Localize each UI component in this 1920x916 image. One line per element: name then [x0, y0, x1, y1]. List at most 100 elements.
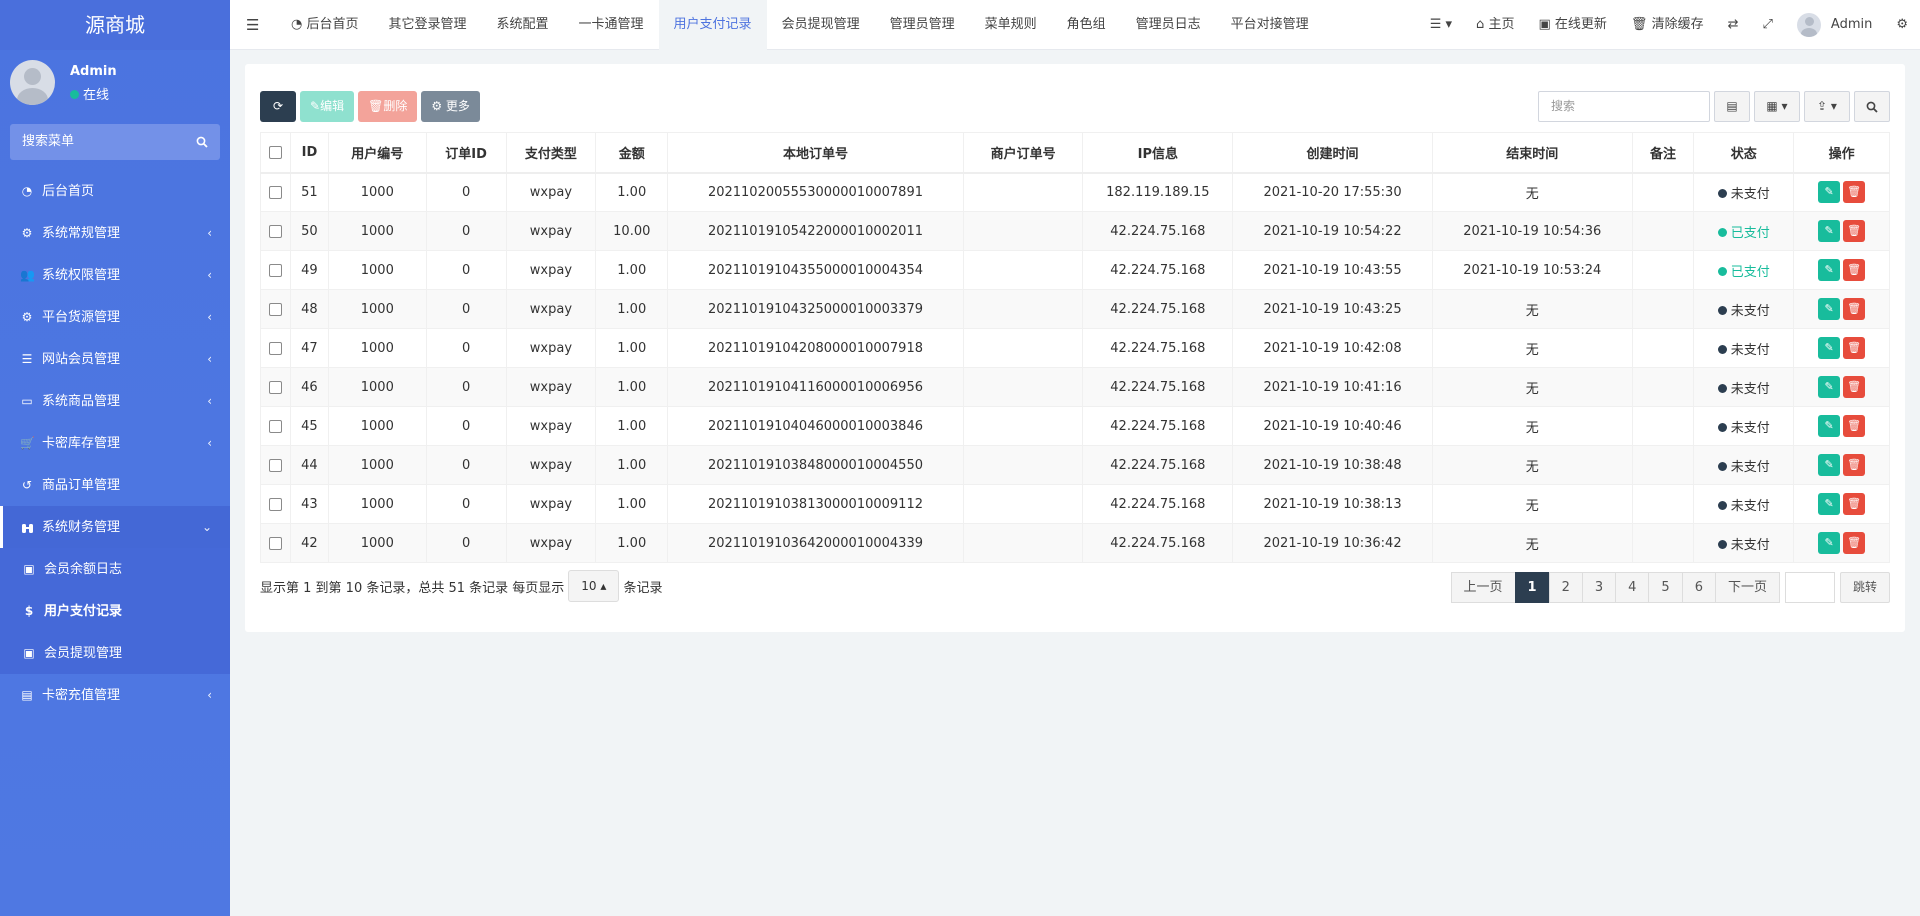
row-edit-button[interactable]: ✎	[1818, 220, 1841, 242]
brand-logo[interactable]: 源商城	[0, 0, 230, 50]
page-1-button[interactable]: 1	[1514, 572, 1550, 603]
tab-5[interactable]: 会员提现管理	[767, 0, 875, 50]
cell-note	[1631, 523, 1695, 563]
layout-menu-icon[interactable]: ☰ ▾	[1418, 0, 1464, 50]
page-6-button[interactable]: 6	[1681, 572, 1716, 603]
sidebar-subitem-2[interactable]: ▣ 会员提现管理	[0, 632, 230, 674]
row-edit-button[interactable]: ✎	[1818, 415, 1841, 437]
row-delete-button[interactable]: 🗑	[1843, 493, 1866, 515]
sidebar-item-finance[interactable]: 系统财务管理 ⌄	[0, 506, 230, 548]
table-row[interactable]: 47 1000 0 wxpay 1.00 202110191042080000100079…	[260, 328, 1890, 368]
online-update-link[interactable]: ▣ 在线更新	[1526, 0, 1618, 50]
tab-0[interactable]: ◔ 后台首页	[276, 0, 374, 50]
avatar	[10, 60, 55, 105]
row-edit-button[interactable]: ✎	[1818, 376, 1841, 398]
row-delete-button[interactable]: 🗑	[1843, 415, 1866, 437]
menu-toggle-icon[interactable]: ☰	[246, 0, 259, 50]
tab-6[interactable]: 管理员管理	[875, 0, 970, 50]
user-panel: Admin 在线	[0, 50, 230, 118]
refresh-button[interactable]: ⟳	[260, 91, 296, 122]
row-checkbox[interactable]	[268, 263, 282, 277]
table-row[interactable]: 46 1000 0 wxpay 1.00 202110191041160000100069…	[260, 367, 1890, 407]
sidebar-subitem-0[interactable]: ▣ 会员余额日志	[0, 548, 230, 590]
more-button[interactable]: ⚙ 更多	[421, 91, 480, 122]
row-delete-button[interactable]: 🗑	[1843, 220, 1866, 242]
row-delete-button[interactable]: 🗑	[1843, 181, 1866, 204]
table-row[interactable]: 48 1000 0 wxpay 1.00 202110191043250000100033…	[260, 289, 1890, 329]
page-5-button[interactable]: 5	[1648, 572, 1683, 603]
table-row[interactable]: 51 1000 0 wxpay 1.00 202110200555300000100078…	[260, 172, 1890, 212]
row-delete-button[interactable]: 🗑	[1843, 532, 1866, 554]
clear-cache-link[interactable]: 🗑 清除缓存	[1619, 0, 1716, 50]
tab-4[interactable]: 用户支付记录	[658, 0, 767, 50]
tab-9[interactable]: 管理员日志	[1121, 0, 1216, 50]
row-edit-button[interactable]: ✎	[1818, 493, 1841, 515]
select-all-checkbox[interactable]	[268, 145, 282, 159]
row-delete-button[interactable]: 🗑	[1843, 454, 1866, 476]
fullscreen-icon[interactable]: ⤢	[1751, 0, 1785, 50]
table-search-input[interactable]: 搜索	[1538, 91, 1710, 122]
page-3-button[interactable]: 3	[1581, 572, 1617, 603]
row-checkbox[interactable]	[268, 536, 282, 550]
sidebar-item-0[interactable]: ◔ 后台首页	[0, 170, 230, 212]
table-row[interactable]: 44 1000 0 wxpay 1.00 202110191038480000100045…	[260, 445, 1890, 485]
row-edit-button[interactable]: ✎	[1818, 298, 1841, 320]
table-row[interactable]: 50 1000 0 wxpay 10.00 20211019105422000010002…	[260, 211, 1890, 251]
table-row[interactable]: 42 1000 0 wxpay 1.00 202110191036420000100043…	[260, 523, 1890, 563]
tab-7[interactable]: 菜单规则	[970, 0, 1052, 50]
row-edit-button[interactable]: ✎	[1818, 181, 1841, 204]
jump-page-input[interactable]	[1784, 572, 1835, 603]
sidebar-item-4[interactable]: ☰ 网站会员管理 ‹	[0, 338, 230, 380]
table-row[interactable]: 49 1000 0 wxpay 1.00 202110191043550000100043…	[260, 250, 1890, 290]
sidebar-item-3[interactable]: ⚙ 平台货源管理 ‹	[0, 296, 230, 338]
row-delete-button[interactable]: 🗑	[1843, 259, 1866, 281]
row-checkbox[interactable]	[268, 224, 282, 238]
toggle-view-button[interactable]: ▤	[1714, 91, 1750, 122]
page-2-button[interactable]: 2	[1548, 572, 1583, 603]
delete-button[interactable]: 🗑删除	[358, 91, 418, 122]
row-checkbox[interactable]	[268, 380, 282, 394]
row-edit-button[interactable]: ✎	[1818, 337, 1841, 359]
sidebar-item-card-recharge[interactable]: ▤ 卡密充值管理 ‹	[0, 674, 230, 716]
language-icon[interactable]: ⇄	[1716, 0, 1751, 50]
row-delete-button[interactable]: 🗑	[1843, 298, 1866, 320]
columns-button[interactable]: ▦ ▾	[1754, 91, 1800, 122]
export-button[interactable]: ⇪ ▾	[1804, 91, 1850, 122]
edit-button[interactable]: ✎编辑	[300, 91, 355, 122]
settings-gear-icon[interactable]: ⚙	[1884, 0, 1920, 50]
row-checkbox[interactable]	[268, 341, 282, 355]
tab-8[interactable]: 角色组	[1052, 0, 1121, 50]
tab-2[interactable]: 系统配置	[482, 0, 564, 50]
sidebar-item-6[interactable]: 🛒 卡密库存管理 ‹	[0, 422, 230, 464]
tab-10[interactable]: 平台对接管理	[1216, 0, 1324, 50]
row-checkbox[interactable]	[268, 185, 282, 199]
sidebar-item-5[interactable]: ▭ 系统商品管理 ‹	[0, 380, 230, 422]
row-edit-button[interactable]: ✎	[1818, 532, 1841, 554]
row-checkbox[interactable]	[268, 302, 282, 316]
sidebar-subitem-1[interactable]: $ 用户支付记录	[0, 590, 230, 632]
row-edit-button[interactable]: ✎	[1818, 259, 1841, 281]
sidebar-item-1[interactable]: ⚙ 系统常规管理 ‹	[0, 212, 230, 254]
row-checkbox[interactable]	[268, 458, 282, 472]
page-4-button[interactable]: 4	[1615, 572, 1650, 603]
admin-user-menu[interactable]: Admin	[1785, 0, 1884, 50]
table-row[interactable]: 45 1000 0 wxpay 1.00 202110191040460000100038…	[260, 406, 1890, 446]
tab-1[interactable]: 其它登录管理	[374, 0, 482, 50]
prev-page-button[interactable]: 上一页	[1450, 572, 1516, 603]
row-delete-button[interactable]: 🗑	[1843, 376, 1866, 398]
row-checkbox[interactable]	[268, 419, 282, 433]
next-page-button[interactable]: 下一页	[1714, 572, 1780, 603]
row-checkbox[interactable]	[268, 497, 282, 511]
tab-3[interactable]: 一卡通管理	[564, 0, 659, 50]
table-row[interactable]: 43 1000 0 wxpay 1.00 202110191038130000100091…	[260, 484, 1890, 524]
row-delete-button[interactable]: 🗑	[1843, 337, 1866, 359]
home-link[interactable]: ⌂ 主页	[1464, 0, 1526, 50]
sidebar-search-input[interactable]: 搜索菜单	[10, 124, 220, 160]
page-size-select[interactable]: 10 ▴	[568, 570, 620, 602]
jump-button[interactable]: 跳转	[1839, 572, 1890, 603]
row-edit-button[interactable]: ✎	[1818, 454, 1841, 476]
sidebar-item-2[interactable]: 👥 系统权限管理 ‹	[0, 254, 230, 296]
cell-ended: 无	[1431, 289, 1633, 329]
advanced-search-button[interactable]	[1854, 91, 1890, 122]
sidebar-item-7[interactable]: ↺ 商品订单管理	[0, 464, 230, 506]
